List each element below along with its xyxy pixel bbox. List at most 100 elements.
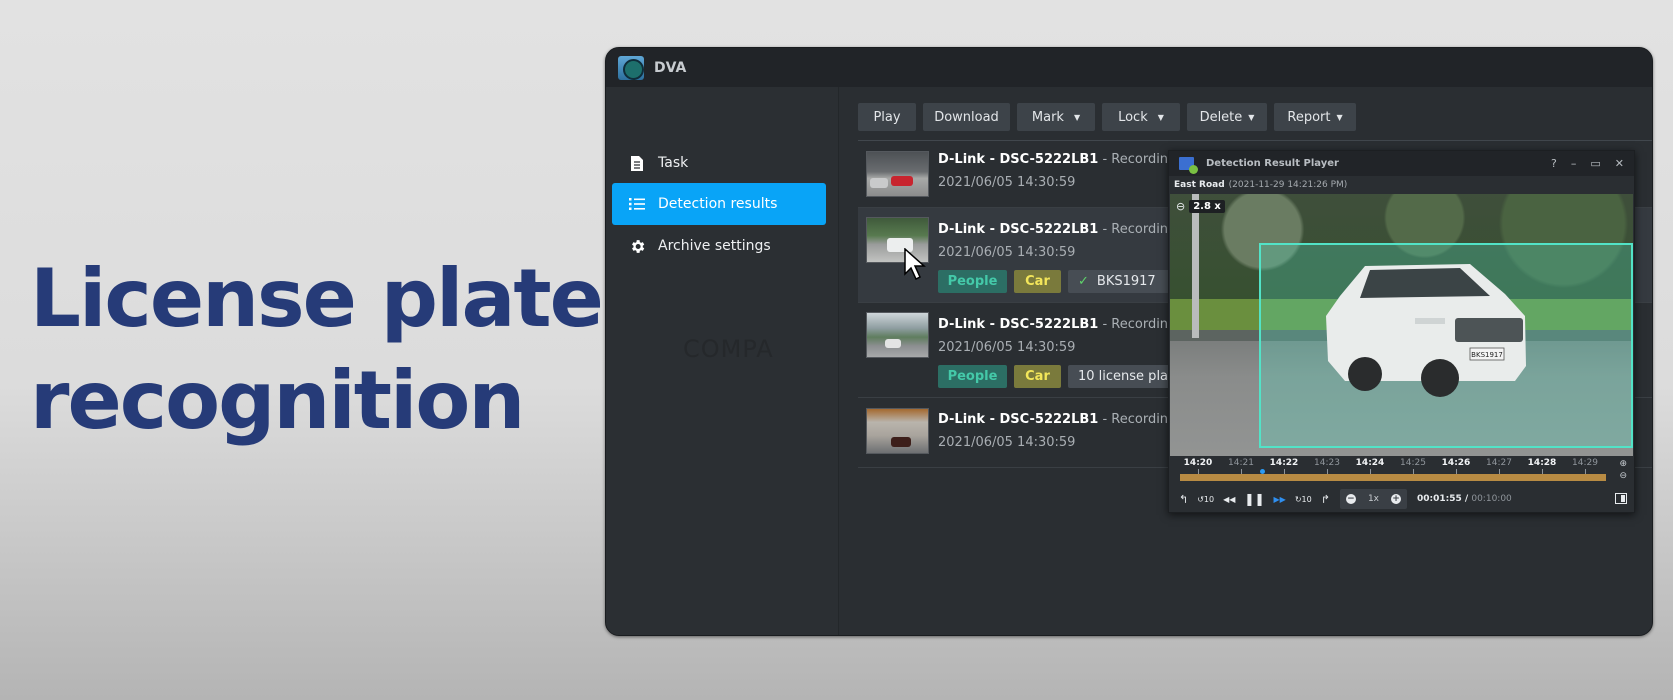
sidebar-item-detection-results[interactable]: Detection results: [612, 183, 826, 225]
caret-down-icon: ▼: [1073, 112, 1081, 122]
timeline-playhead[interactable]: [1260, 469, 1266, 474]
delete-dropdown-button[interactable]: Delete ▼: [1187, 103, 1267, 131]
video-frame[interactable]: BKS1917 ⊖ 2.8 x: [1170, 194, 1633, 456]
recording-status: - Recording: [1098, 412, 1177, 427]
pause-icon[interactable]: ❚❚: [1244, 492, 1264, 506]
headline-line-1: License plate: [30, 252, 604, 345]
timeline[interactable]: 14:20 14:21 14:22 14:23 14:24 14:25 14:26 14:27…: [1170, 456, 1633, 486]
tag-license-plates-count[interactable]: 10 license plates: [1068, 365, 1178, 388]
zoom-level-badge[interactable]: ⊖ 2.8 x: [1176, 200, 1225, 213]
zoom-level: 2.8 x: [1189, 200, 1225, 213]
forward-10s-icon[interactable]: ↻10: [1295, 495, 1312, 504]
player-subtitle: East Road (2021-11-29 14:21:26 PM): [1169, 176, 1634, 194]
player-title-bar[interactable]: Detection Result Player ? – ▭ ✕: [1169, 151, 1634, 176]
result-camera: D-Link - DSC-5222LB1 - Recording: [938, 152, 1176, 167]
camera-location: East Road: [1174, 180, 1225, 190]
report-dropdown-button[interactable]: Report ▼: [1274, 103, 1356, 131]
playback-time: 00:01:55 / 00:10:00: [1417, 494, 1512, 504]
sidebar-item-task[interactable]: Task: [612, 142, 826, 184]
tag-car[interactable]: Car: [1014, 270, 1061, 293]
sidebar-item-label: Detection results: [658, 196, 778, 212]
detection-result-player: Detection Result Player ? – ▭ ✕ East Roa…: [1168, 150, 1635, 513]
lock-button-label: Lock: [1118, 109, 1148, 125]
timeline-zoom-in-icon[interactable]: ⊕: [1619, 459, 1627, 469]
caret-down-icon: ▼: [1336, 112, 1343, 122]
title-bar: DVA: [606, 48, 1652, 87]
tag-license-plate[interactable]: ✓ BKS1917: [1068, 270, 1178, 293]
timeline-tick-label: 14:29: [1572, 458, 1598, 468]
headline-line-2: recognition: [30, 354, 525, 447]
speed-decrease-button[interactable]: −: [1345, 494, 1356, 504]
minimize-icon[interactable]: –: [1571, 157, 1577, 170]
rewind-icon[interactable]: ◀◀: [1223, 495, 1235, 504]
app-title: DVA: [654, 59, 687, 76]
timeline-tick-label: 14:28: [1527, 458, 1557, 468]
play-button-label: Play: [873, 109, 901, 125]
caret-down-icon: ▼: [1248, 112, 1255, 122]
total-time: 00:10:00: [1471, 494, 1512, 504]
result-datetime: 2021/06/05 14:30:59: [938, 340, 1076, 355]
sidebar-item-archive-settings[interactable]: Archive settings: [612, 225, 826, 267]
play-button[interactable]: Play: [858, 103, 916, 131]
timeline-tick-label: 14:20: [1183, 458, 1213, 468]
camera-name: D-Link - DSC-5222LB1: [938, 222, 1099, 237]
result-thumbnail: [866, 408, 929, 454]
video-pole: [1192, 194, 1199, 339]
timeline-tick-label: 14:25: [1400, 458, 1426, 468]
result-camera: D-Link - DSC-5222LB1 - Recording: [938, 317, 1176, 332]
recording-status: - Recording: [1098, 152, 1177, 167]
fast-forward-icon[interactable]: ▶▶: [1274, 495, 1286, 504]
list-icon: [628, 195, 646, 213]
mouse-cursor-icon: [904, 248, 926, 281]
player-title: Detection Result Player: [1206, 158, 1339, 169]
timeline-zoom-controls: ⊕ ⊖: [1619, 459, 1627, 481]
gear-icon: [628, 237, 646, 255]
download-button-label: Download: [934, 109, 999, 125]
detected-vehicle: BKS1917: [1326, 264, 1526, 397]
document-icon: [628, 154, 646, 172]
vehicle-plate-text: BKS1917: [1471, 351, 1503, 359]
help-icon[interactable]: ?: [1551, 157, 1557, 170]
mark-button-label: Mark: [1031, 109, 1064, 125]
result-camera: D-Link - DSC-5222LB1 - Recording: [938, 222, 1176, 237]
result-datetime: 2021/06/05 14:30:59: [938, 435, 1076, 450]
report-button-label: Report: [1287, 109, 1331, 125]
plate-number: BKS1917: [1096, 274, 1156, 289]
timeline-tick-label: 14:21: [1228, 458, 1254, 468]
layout-toggle-icon[interactable]: [1615, 493, 1627, 504]
timeline-tick-label: 14:26: [1441, 458, 1471, 468]
tag-people[interactable]: People: [938, 365, 1007, 388]
next-event-icon[interactable]: ↱: [1321, 493, 1330, 506]
delete-button-label: Delete: [1199, 109, 1243, 125]
toolbar: Play Download Mark ▼ Lock ▼ Delete ▼ Report…: [858, 103, 1356, 131]
timeline-track[interactable]: [1180, 474, 1606, 481]
download-button[interactable]: Download: [923, 103, 1010, 131]
result-datetime: 2021/06/05 14:30:59: [938, 245, 1076, 260]
player-app-icon: [1179, 157, 1198, 174]
maximize-icon[interactable]: ▭: [1590, 157, 1600, 170]
recording-status: - Recording: [1098, 317, 1177, 332]
timeline-tick-label: 14:23: [1314, 458, 1340, 468]
time-separator: /: [1461, 494, 1472, 504]
recording-status: - Recording: [1098, 222, 1177, 237]
playback-speed: 1x: [1367, 494, 1380, 504]
current-time: 00:01:55: [1417, 494, 1462, 504]
tag-car[interactable]: Car: [1014, 365, 1061, 388]
caret-down-icon: ▼: [1157, 112, 1164, 122]
tag-people[interactable]: People: [938, 270, 1007, 293]
close-icon[interactable]: ✕: [1615, 157, 1624, 170]
timeline-tick-label: 14:24: [1355, 458, 1385, 468]
rewind-10s-icon[interactable]: ↺10: [1197, 495, 1214, 504]
player-window-controls: ? – ▭ ✕: [1551, 151, 1624, 176]
sidebar-item-label: Task: [658, 155, 689, 171]
previous-event-icon[interactable]: ↰: [1179, 493, 1188, 506]
event-timestamp: (2021-11-29 14:21:26 PM): [1228, 180, 1348, 190]
mark-dropdown-button[interactable]: Mark ▼: [1017, 103, 1095, 131]
camera-name: D-Link - DSC-5222LB1: [938, 412, 1099, 427]
timeline-zoom-out-icon[interactable]: ⊖: [1619, 471, 1627, 481]
result-datetime: 2021/06/05 14:30:59: [938, 175, 1076, 190]
zoom-out-icon[interactable]: ⊖: [1176, 200, 1185, 213]
timeline-tick-label: 14:22: [1269, 458, 1299, 468]
speed-increase-button[interactable]: +: [1391, 494, 1402, 504]
lock-dropdown-button[interactable]: Lock ▼: [1102, 103, 1180, 131]
